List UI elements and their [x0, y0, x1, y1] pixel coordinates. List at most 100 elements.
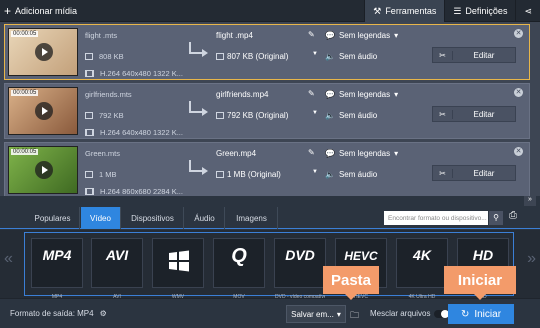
preset-dvd[interactable]: DVD DVD - vídeo compatível: [274, 238, 326, 300]
preset-mp4[interactable]: MP4 MP4: [31, 238, 83, 300]
preset-wmv[interactable]: WMV: [152, 238, 204, 300]
tools-icon: ⚒: [373, 5, 382, 16]
tools-button[interactable]: ⚒ Ferramentas: [364, 0, 445, 22]
device-detect-icon[interactable]: ⎙: [506, 210, 520, 226]
rename-pencil-icon[interactable]: ✎: [308, 89, 315, 98]
convert-arrow-icon: [189, 160, 208, 175]
source-info: H.264 860x680 2284 K...: [85, 187, 183, 196]
tools-label: Ferramentas: [385, 6, 437, 16]
remove-file-icon[interactable]: ✕: [514, 88, 523, 97]
film-icon: [85, 188, 94, 195]
bottom-bar: Formato de saída: MP4 ⚙ Salvar em... ▾ 🗀…: [0, 298, 540, 328]
convert-button[interactable]: ↻ Iniciar: [448, 304, 514, 324]
output-filename[interactable]: girlfriends.mp4: [216, 90, 268, 99]
add-media-label: Adicionar mídia: [15, 6, 78, 16]
toggle-switch[interactable]: [434, 309, 450, 318]
tab-dispositivos[interactable]: Dispositivos: [122, 207, 184, 229]
mp4-logo: MP4: [42, 247, 72, 263]
convert-arrow-icon: [189, 101, 208, 116]
subtitles-icon: 💬: [325, 31, 335, 40]
video-thumbnail[interactable]: 00:00:05: [8, 28, 78, 76]
file-row[interactable]: 00:00:05 Green.mts 1 MB H.264 860x680 22…: [4, 142, 530, 198]
subtitles-dropdown[interactable]: 💬 Sem legendas ▾: [325, 90, 398, 99]
output-format: Formato de saída: MP4 ⚙: [10, 309, 107, 318]
edit-button[interactable]: ✂ Editar: [432, 106, 516, 122]
settings-button[interactable]: ☰ Definições: [444, 0, 515, 22]
search-icon[interactable]: ⚲: [489, 211, 503, 225]
tab-populares[interactable]: Populares: [26, 207, 80, 229]
plus-icon: +: [4, 4, 12, 18]
remove-file-icon[interactable]: ✕: [514, 29, 523, 38]
play-icon[interactable]: [35, 161, 53, 179]
convert-arrow-icon: [189, 42, 208, 57]
merge-files-toggle[interactable]: Mesclar arquivos: [370, 309, 450, 318]
avi-logo: AVI: [105, 247, 129, 263]
file-row[interactable]: 00:00:05 flight .mts 808 KB H.264 640x48…: [4, 24, 530, 80]
4k-logo: 4K: [413, 247, 431, 263]
source-filename: flight .mts: [85, 31, 118, 40]
source-filename: Green.mts: [85, 149, 121, 158]
scroll-right-icon[interactable]: »: [527, 250, 536, 268]
film-icon: [85, 129, 94, 136]
thumbnail-duration: 00:00:05: [11, 90, 39, 96]
audio-dropdown[interactable]: 🔈 Sem áudio: [325, 170, 377, 179]
preset-avi[interactable]: AVI AVI: [91, 238, 143, 300]
audio-dropdown[interactable]: 🔈 Sem áudio: [325, 52, 377, 61]
tab-video[interactable]: Vídeo: [81, 207, 121, 229]
menu-icon: ☰: [453, 5, 462, 16]
size-dropdown-icon[interactable]: ▼: [312, 110, 318, 116]
preset-mov[interactable]: Q MOV: [213, 238, 265, 300]
windows-logo-icon: [169, 250, 189, 272]
chevron-down-icon: ▾: [394, 90, 399, 99]
hd-logo: HD: [472, 247, 494, 263]
preset-strip: MP4 MP4 AVI AVI WMV Q MOV DVD DVD - vídeo co…: [24, 232, 514, 300]
add-media-button[interactable]: + Adicionar mídia: [4, 4, 77, 18]
tab-imagens[interactable]: Imagens: [226, 207, 278, 229]
edit-button[interactable]: ✂ Editar: [432, 165, 516, 181]
preset-4k[interactable]: 4K 4K Ultra HD: [396, 238, 448, 300]
size-dropdown-icon[interactable]: ▼: [312, 51, 318, 57]
refresh-icon: ↻: [460, 308, 470, 320]
thumbnail-duration: 00:00:05: [11, 149, 39, 155]
play-icon[interactable]: [35, 43, 53, 61]
folder-icon[interactable]: 🗀: [350, 308, 359, 324]
file-icon: [216, 53, 224, 60]
share-button[interactable]: ⋖: [515, 0, 540, 22]
tab-audio[interactable]: Áudio: [185, 207, 225, 229]
subtitles-icon: 💬: [325, 149, 335, 158]
speaker-icon: 🔈: [325, 52, 335, 61]
source-size: 792 KB: [85, 111, 124, 120]
rename-pencil-icon[interactable]: ✎: [308, 148, 315, 157]
subtitles-dropdown[interactable]: 💬 Sem legendas ▾: [325, 31, 398, 40]
source-info: H.264 640x480 1322 K...: [85, 69, 183, 78]
edit-button[interactable]: ✂ Editar: [432, 47, 516, 63]
toolbar-right: ⚒ Ferramentas ☰ Definições ⋖: [364, 0, 540, 22]
rename-pencil-icon[interactable]: ✎: [308, 30, 315, 39]
convert-callout: Iniciar: [444, 266, 516, 300]
audio-dropdown[interactable]: 🔈 Sem áudio: [325, 111, 377, 120]
size-dropdown-icon[interactable]: ▼: [312, 169, 318, 175]
save-to-dropdown[interactable]: Salvar em... ▾: [286, 305, 346, 323]
file-row[interactable]: 00:00:05 girlfriends.mts 792 KB H.264 64…: [4, 83, 530, 139]
video-thumbnail[interactable]: 00:00:05: [8, 87, 78, 135]
video-thumbnail[interactable]: 00:00:05: [8, 146, 78, 194]
chevron-down-icon: ▾: [394, 149, 399, 158]
file-list: 00:00:05 flight .mts 808 KB H.264 640x48…: [0, 22, 540, 202]
play-icon[interactable]: [35, 102, 53, 120]
dvd-logo: DVD: [285, 247, 315, 263]
subtitles-dropdown[interactable]: 💬 Sem legendas ▾: [325, 149, 398, 158]
speaker-icon: 🔈: [325, 111, 335, 120]
remove-file-icon[interactable]: ✕: [514, 147, 523, 156]
output-filename[interactable]: Green.mp4: [216, 149, 256, 158]
share-icon: ⋖: [524, 5, 532, 16]
file-icon: [216, 112, 224, 119]
top-toolbar: + Adicionar mídia ⚒ Ferramentas ☰ Defini…: [0, 0, 540, 22]
save-to-label: Salvar em...: [291, 309, 334, 319]
convert-label: Iniciar: [474, 308, 502, 320]
output-filename[interactable]: flight .mp4: [216, 31, 253, 40]
scroll-left-icon[interactable]: «: [4, 250, 13, 268]
format-search-input[interactable]: Encontrar formato ou dispositivo...: [384, 211, 488, 225]
subtitles-icon: 💬: [325, 90, 335, 99]
expand-chevron-icon[interactable]: »: [524, 196, 536, 206]
gear-icon[interactable]: ⚙: [100, 309, 107, 318]
